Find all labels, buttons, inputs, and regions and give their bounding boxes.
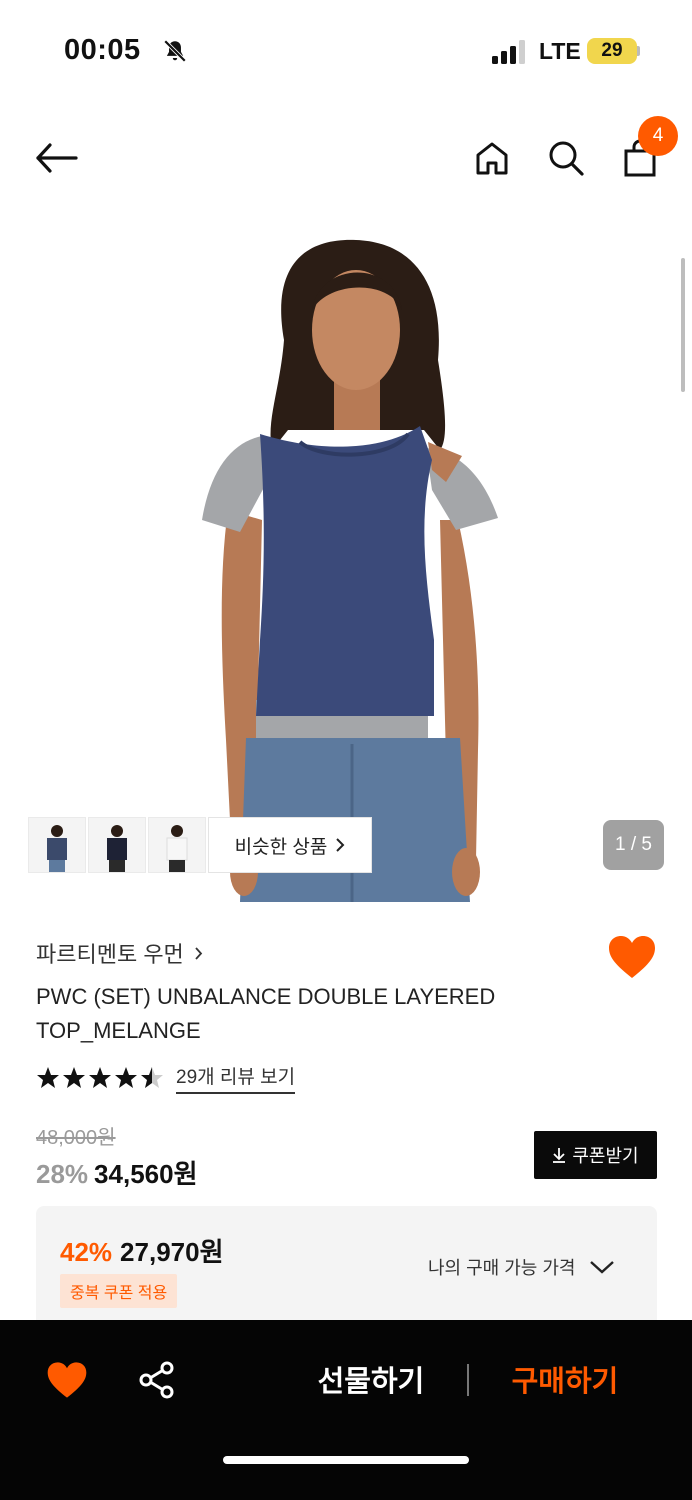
bottom-action-bar: 선물하기 구매하기 [0, 1320, 692, 1500]
download-coupon-button[interactable]: 쿠폰받기 [534, 1131, 657, 1179]
signal-icon [492, 40, 525, 64]
chevron-down-icon [590, 1261, 615, 1274]
image-page-indicator: 1 / 5 [603, 820, 664, 870]
reviews-link[interactable]: 29개 리뷰 보기 [176, 1062, 296, 1094]
best-price-row: 42% 27,970원 [60, 1232, 224, 1269]
stacked-coupon-badge: 중복 쿠폰 적용 [60, 1274, 178, 1308]
product-photo [202, 239, 498, 902]
home-icon [476, 142, 508, 175]
my-price-toggle[interactable]: 나의 구매 가능 가격 [428, 1254, 615, 1280]
brand-link[interactable]: 파르티멘토 우먼 [36, 937, 203, 969]
status-time: 00:05 [64, 34, 141, 66]
chevron-right-icon [195, 946, 203, 960]
divider [467, 1364, 469, 1396]
thumbnail-image [107, 825, 127, 872]
coupon-label: 쿠폰받기 [572, 1146, 639, 1166]
similar-products-label: 비슷한 상품 [234, 836, 328, 858]
chevron-right-icon [336, 838, 345, 852]
product-image[interactable] [0, 220, 692, 902]
home-indicator[interactable] [223, 1456, 469, 1464]
rating-row: 29개 리뷰 보기 [36, 1062, 296, 1094]
sale-price: 34,560원 [94, 1159, 198, 1189]
thumbnail-image [166, 825, 188, 872]
share-icon[interactable] [137, 1360, 177, 1400]
best-price: 27,970원 [120, 1237, 224, 1267]
product-title: PWC (SET) UNBALANCE DOUBLE LAYERED TOP_M… [36, 984, 496, 1043]
thumbnail-3[interactable] [148, 817, 206, 873]
heart-icon[interactable] [46, 1360, 88, 1400]
thumbnail-2[interactable] [88, 817, 146, 873]
battery-cap [637, 46, 640, 56]
my-price-label: 나의 구매 가능 가격 [428, 1258, 576, 1278]
network-type: LTE [539, 38, 581, 64]
search-icon [549, 141, 584, 176]
star-icon [89, 1067, 111, 1088]
status-bar: 00:05 LTE 29 [0, 0, 692, 100]
search-button[interactable] [542, 134, 590, 182]
top-nav [0, 120, 692, 200]
best-discount-rate: 42% [60, 1237, 113, 1267]
gift-button[interactable]: 선물하기 [296, 1358, 446, 1400]
best-price-panel: 42% 27,970원 중복 쿠폰 적용 나의 구매 가능 가격 [36, 1206, 657, 1336]
brand-name: 파르티멘토 우먼 [36, 942, 184, 967]
bell-muted-icon [163, 39, 187, 63]
star-icon [37, 1067, 59, 1088]
thumbnail-strip [28, 817, 208, 873]
home-button[interactable] [468, 134, 516, 182]
half-star-icon [141, 1067, 163, 1088]
heart-icon[interactable] [607, 934, 657, 980]
star-icon [63, 1067, 85, 1088]
download-icon [553, 1148, 566, 1163]
buy-button[interactable]: 구매하기 [490, 1358, 640, 1400]
back-arrow-icon [36, 143, 78, 173]
original-price: 48,000원 [36, 1127, 116, 1149]
battery-level: 29 [587, 38, 637, 64]
price-row: 28% 34,560원 [36, 1154, 198, 1191]
thumbnail-1[interactable] [28, 817, 86, 873]
discount-rate: 28% [36, 1159, 89, 1189]
star-rating [36, 1066, 164, 1090]
thumbnail-image [47, 825, 67, 872]
star-icon [115, 1067, 137, 1088]
back-button[interactable] [32, 134, 80, 182]
similar-products-button[interactable]: 비슷한 상품 [208, 817, 372, 873]
cart-count-badge: 4 [638, 116, 678, 156]
vertical-scrollbar[interactable] [681, 258, 685, 392]
